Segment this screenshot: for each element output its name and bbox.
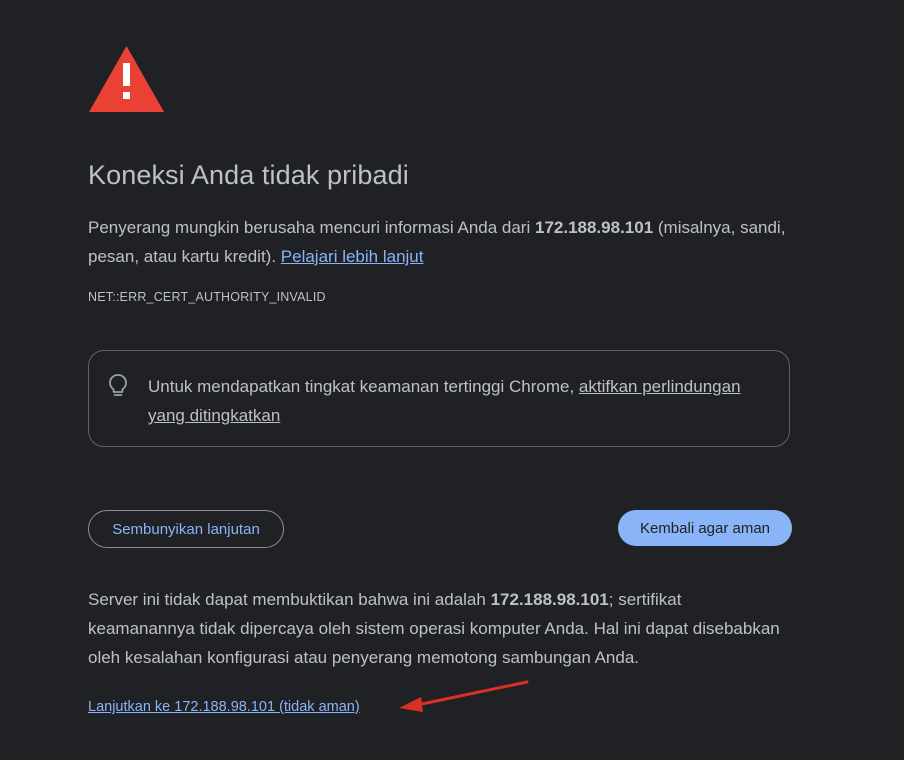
error-code: NET::ERR_CERT_AUTHORITY_INVALID xyxy=(88,290,326,304)
back-to-safety-button[interactable]: Kembali agar aman xyxy=(618,510,792,546)
learn-more-link[interactable]: Pelajari lebih lanjut xyxy=(281,247,424,266)
page-title: Koneksi Anda tidak pribadi xyxy=(88,160,409,190)
enhanced-protection-box: Untuk mendapatkan tingkat keamanan terti… xyxy=(88,350,790,447)
details-text: Server ini tidak dapat membuktikan bahwa… xyxy=(88,585,792,672)
hide-advanced-button[interactable]: Sembunyikan lanjutan xyxy=(88,510,284,548)
intro-text-start: Penyerang mungkin berusaha mencuri infor… xyxy=(88,218,535,237)
red-arrow-annotation xyxy=(399,680,529,712)
lightbulb-icon xyxy=(109,374,127,396)
warning-triangle-icon xyxy=(89,46,164,112)
enhanced-protection-label: Untuk mendapatkan tingkat keamanan terti… xyxy=(148,377,579,396)
intro-host: 172.188.98.101 xyxy=(534,218,654,237)
enhanced-protection-text: Untuk mendapatkan tingkat keamanan terti… xyxy=(148,372,748,430)
details-host: 172.188.98.101 xyxy=(490,590,609,609)
intro-text: Penyerang mungkin berusaha mencuri infor… xyxy=(88,213,792,271)
details-text-start: Server ini tidak dapat membuktikan bahwa… xyxy=(88,590,491,609)
proceed-unsafe-link[interactable]: Lanjutkan ke 172.188.98.101 (tidak aman) xyxy=(88,699,360,715)
